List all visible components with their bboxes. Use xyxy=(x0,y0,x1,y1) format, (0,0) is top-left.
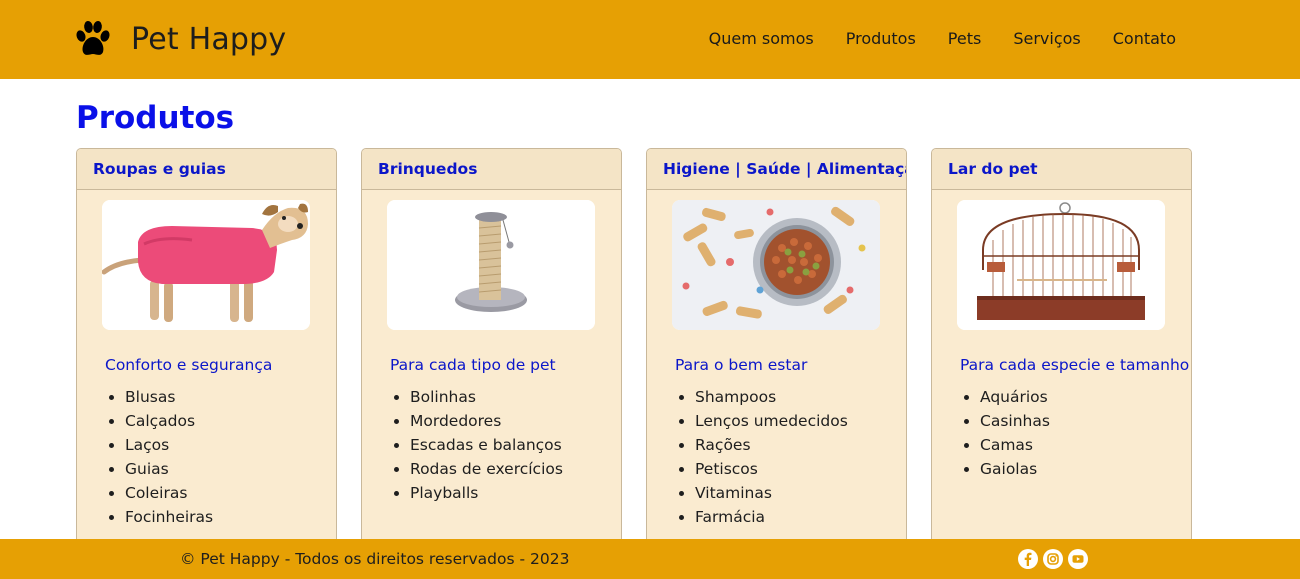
card-title: Higiene | Saúde | Alimentação xyxy=(663,160,907,178)
dog-in-pink-shirt-image xyxy=(102,200,310,330)
list-item: Petiscos xyxy=(695,457,848,481)
list-item: Mordedores xyxy=(410,409,563,433)
card-title: Roupas e guias xyxy=(93,160,226,178)
list-item: Bolinhas xyxy=(410,385,563,409)
list-item: Shampoos xyxy=(695,385,848,409)
list-item: Playballs xyxy=(410,481,563,505)
list-item: Farmácia xyxy=(695,505,848,529)
list-item: Aquários xyxy=(980,385,1050,409)
youtube-icon[interactable] xyxy=(1068,549,1088,569)
footer: © Pet Happy - Todos os direitos reservad… xyxy=(0,539,1300,579)
brand-link[interactable]: Pet Happy xyxy=(75,18,286,60)
list-item: Camas xyxy=(980,433,1050,457)
card-roupas-e-guias: Roupas e guias Conforto e segurança • Bl… xyxy=(76,148,337,568)
nav-item-quem-somos[interactable]: Quem somos xyxy=(709,29,814,48)
facebook-icon[interactable] xyxy=(1018,549,1038,569)
card-subtitle: Para o bem estar xyxy=(675,356,808,374)
card-item-list: Shampoos Lenços umedecidos Rações Petisc… xyxy=(695,385,848,529)
bird-cage-image xyxy=(957,200,1165,330)
card-subtitle: Conforto e segurança xyxy=(105,356,273,374)
paw-icon xyxy=(75,20,111,58)
list-item: Rações xyxy=(695,433,848,457)
list-item: Guias xyxy=(125,457,213,481)
card-subtitle: Para cada especie e tamanho xyxy=(960,356,1190,374)
list-item: Vitaminas xyxy=(695,481,848,505)
card-lar-do-pet: Lar do pet Para cada especie e tamanho •… xyxy=(931,148,1192,568)
list-item: Gaiolas xyxy=(980,457,1050,481)
card-brinquedos: Brinquedos Para cada tipo de pet • Bolin… xyxy=(361,148,622,568)
card-item-list: Aquários Casinhas Camas Gaiolas xyxy=(980,385,1050,481)
cat-scratching-post-image xyxy=(387,200,595,330)
card-header: Brinquedos xyxy=(362,149,621,190)
card-header: Higiene | Saúde | Alimentação xyxy=(647,149,906,190)
card-title: Brinquedos xyxy=(378,160,478,178)
list-item: Calçados xyxy=(125,409,213,433)
top-navbar: Pet Happy Quem somos Produtos Pets Servi… xyxy=(0,0,1300,79)
card-higiene-saude-alimentacao: Higiene | Saúde | Alimentação Para o bem… xyxy=(646,148,907,568)
list-item: Casinhas xyxy=(980,409,1050,433)
brand-name: Pet Happy xyxy=(131,21,287,57)
list-item: Escadas e balanços xyxy=(410,433,563,457)
instagram-icon[interactable] xyxy=(1043,549,1063,569)
product-cards: Roupas e guias Conforto e segurança • Bl… xyxy=(76,148,1192,568)
card-header: Lar do pet xyxy=(932,149,1191,190)
nav-item-contato[interactable]: Contato xyxy=(1113,29,1176,48)
main-nav: Quem somos Produtos Pets Serviços Contat… xyxy=(709,29,1176,48)
footer-copyright: © Pet Happy - Todos os direitos reservad… xyxy=(180,550,570,568)
card-header: Roupas e guias xyxy=(77,149,336,190)
card-item-list: Blusas Calçados Laços Guias Coleiras Foc… xyxy=(125,385,213,529)
pet-food-bowl-image xyxy=(672,200,880,330)
list-item: Laços xyxy=(125,433,213,457)
list-item: Rodas de exercícios xyxy=(410,457,563,481)
nav-item-servicos[interactable]: Serviços xyxy=(1013,29,1080,48)
list-item: Lenços umedecidos xyxy=(695,409,848,433)
card-title: Lar do pet xyxy=(948,160,1038,178)
card-item-list: Bolinhas Mordedores Escadas e balanços R… xyxy=(410,385,563,505)
nav-item-produtos[interactable]: Produtos xyxy=(846,29,916,48)
list-item: Focinheiras xyxy=(125,505,213,529)
list-item: Coleiras xyxy=(125,481,213,505)
nav-item-pets[interactable]: Pets xyxy=(948,29,982,48)
list-item: Blusas xyxy=(125,385,213,409)
card-subtitle: Para cada tipo de pet xyxy=(390,356,556,374)
page-title: Produtos xyxy=(76,100,235,136)
social-links xyxy=(1018,549,1088,569)
